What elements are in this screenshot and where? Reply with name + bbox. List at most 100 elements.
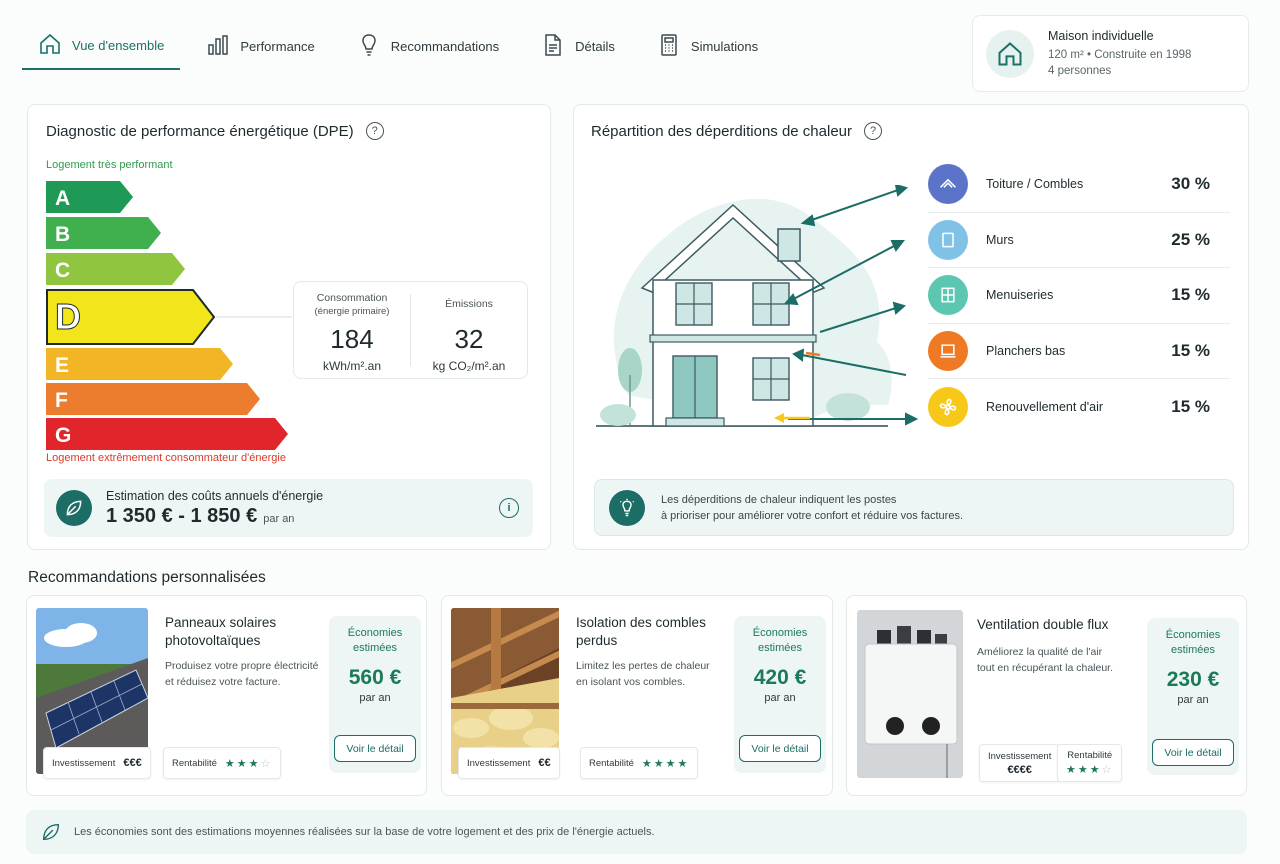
tab-label: Recommandations (390, 38, 500, 54)
house-illustration (596, 185, 919, 427)
house-size-year: 120 m² • Construite en 1998 (1048, 48, 1192, 61)
tab-simulations[interactable]: Simulations (641, 22, 774, 70)
consumption-unit: kWh/m².an (322, 359, 381, 373)
dpe-best-label: Logement très performant (46, 159, 173, 171)
savings-value: 230 € (1166, 668, 1220, 691)
loss-item-air: Renouvellement d'air 15 % (928, 379, 1230, 435)
profitability-chip: Rentabilité ★★★★ (580, 747, 699, 779)
dpe-bar-c: C (46, 253, 185, 285)
recommendations-title: Recommandations personnalisées (28, 569, 266, 586)
svg-text:E: E (55, 354, 69, 377)
tab-recommendations[interactable]: Recommandations (341, 22, 515, 70)
heat-loss-title-row: Répartition des déperditions de chaleur … (591, 122, 882, 140)
tab-details[interactable]: Détails (525, 22, 631, 70)
tab-label: Performance (240, 38, 315, 54)
heat-loss-panel: Répartition des déperditions de chaleur … (573, 104, 1249, 550)
rating-stars: ★★★☆ (224, 757, 273, 770)
svg-text:C: C (55, 259, 70, 282)
calculator-icon (657, 33, 681, 60)
recommendation-card-insulation: Isolation des combles perdus Limitez les … (441, 595, 833, 796)
tab-performance[interactable]: Performance (190, 22, 330, 70)
savings-period: par an (359, 692, 391, 704)
cost-label: Estimation des coûts annuels d'énergie (106, 488, 324, 503)
recommendation-card-ventilation: Ventilation double flux Améliorez la qua… (846, 595, 1247, 796)
card-title-line-2: photovoltaïques (165, 633, 261, 648)
savings-label: Économies estimées (752, 627, 808, 654)
consumption-sublabel: (énergie primaire) (314, 306, 390, 317)
loss-value: 15 % (1171, 340, 1210, 360)
tab-label: Simulations (690, 38, 759, 54)
help-icon[interactable]: ? (864, 122, 882, 140)
svg-text:D: D (55, 296, 81, 337)
tab-overview[interactable]: Vue d'ensemble (22, 22, 181, 70)
loss-item-floors: Planchers bas 15 % (928, 324, 1230, 379)
heat-loss-title: Répartition des déperditions de chaleur (591, 122, 852, 140)
loss-item-roof: Toiture / Combles 30 % (928, 157, 1230, 213)
cost-value-row: 1 350 € - 1 850 € par an (106, 505, 323, 528)
lightbulb-icon (357, 33, 381, 60)
view-detail-button[interactable]: Voir le détail (334, 735, 416, 762)
emissions-metric: Émissions 32 kg CO₂/m².an (410, 294, 527, 373)
main-nav: Vue d'ensemble Performance Recommandatio… (22, 22, 784, 72)
consumption-metric: Consommation (énergie primaire) 184 kWh/… (294, 282, 410, 378)
savings-period: par an (764, 692, 796, 704)
house-type: Maison individuelle (1048, 28, 1154, 43)
profitability-chip: Rentabilité ★★★☆ (163, 747, 282, 779)
card-title-line-1: Panneaux solaires (165, 615, 277, 630)
dpe-scale: A B C D E F G (46, 181, 292, 450)
loss-value: 15 % (1171, 285, 1210, 305)
savings-value: 560 € (348, 666, 402, 689)
bar-chart-icon (206, 33, 230, 60)
dpe-bar-a: A (46, 181, 133, 213)
view-detail-button[interactable]: Voir le détail (1152, 739, 1234, 766)
investment-chip: Investissement €€€ (43, 747, 151, 779)
loss-label: Menuiseries (986, 288, 1054, 303)
investment-label: Investissement (52, 757, 116, 769)
savings-period: par an (1177, 694, 1209, 706)
roof-icon (928, 164, 968, 205)
loss-item-walls: Murs 25 % (928, 213, 1230, 268)
card-desc-line-1: Produisez votre propre électricité (165, 660, 319, 672)
emissions-value: 32 (454, 324, 484, 354)
heat-loss-list: Toiture / Combles 30 % Murs 25 % Menuise… (928, 157, 1230, 435)
card-desc-line-1: Limitez les pertes de chaleur (576, 660, 710, 672)
card-desc-line-2: tout en récupérant la chaleur. (977, 662, 1114, 674)
svg-text:B: B (55, 223, 70, 246)
info-icon[interactable]: i (499, 498, 519, 518)
loss-label: Murs (986, 232, 1014, 247)
loss-item-windows: Menuiseries 15 % (928, 268, 1230, 324)
rating-stars: ★★★★ (641, 757, 690, 770)
savings-label: Économies estimées (347, 627, 403, 654)
savings-label: Économies estimées (1165, 629, 1221, 656)
investment-label: Investissement (988, 750, 1052, 762)
card-title: Isolation des combles perdus (576, 614, 706, 650)
cost-value: 1 350 € - 1 850 € (106, 504, 258, 527)
card-description: Améliorez la qualité de l'air tout en réc… (977, 644, 1113, 676)
card-desc-line-2: et réduisez votre facture. (165, 676, 281, 688)
savings-box: Économies estimées 560 € par an Voir le d… (329, 616, 421, 773)
dpe-panel: Diagnostic de performance énergétique (D… (27, 104, 551, 550)
card-description: Limitez les pertes de chaleur en isolant … (576, 658, 710, 690)
view-detail-button[interactable]: Voir le détail (739, 735, 821, 762)
dpe-bar-f: F (46, 383, 260, 415)
consumption-value: 184 (330, 324, 374, 354)
investment-chip: Investissement €€€€ (979, 744, 1061, 782)
svg-text:F: F (55, 389, 68, 412)
dpe-metrics: Consommation (énergie primaire) 184 kWh/… (293, 281, 528, 379)
recommendation-card-solar: Panneaux solaires photovoltaïques Produis… (26, 595, 427, 796)
investment-label: Investissement (467, 757, 531, 769)
loss-value: 25 % (1171, 229, 1210, 249)
savings-value: 420 € (753, 666, 807, 689)
heat-loss-tip: Les déperditions de chaleur indiquent le… (594, 479, 1234, 536)
tip-line-2: à prioriser pour améliorer votre confort… (661, 509, 964, 522)
cost-estimate: Estimation des coûts annuels d'énergie 1… (44, 479, 533, 537)
loss-value: 30 % (1171, 174, 1210, 194)
card-desc-line-2: en isolant vos combles. (576, 676, 686, 688)
emissions-label: Émissions (445, 298, 493, 310)
help-icon[interactable]: ? (365, 122, 384, 140)
ventilation-unit-image (857, 610, 963, 778)
emissions-unit: kg CO₂/m².an (432, 359, 506, 373)
card-title: Ventilation double flux (977, 616, 1108, 634)
card-desc-line-1: Améliorez la qualité de l'air (977, 646, 1103, 658)
house-occupants: 4 personnes (1048, 64, 1112, 77)
